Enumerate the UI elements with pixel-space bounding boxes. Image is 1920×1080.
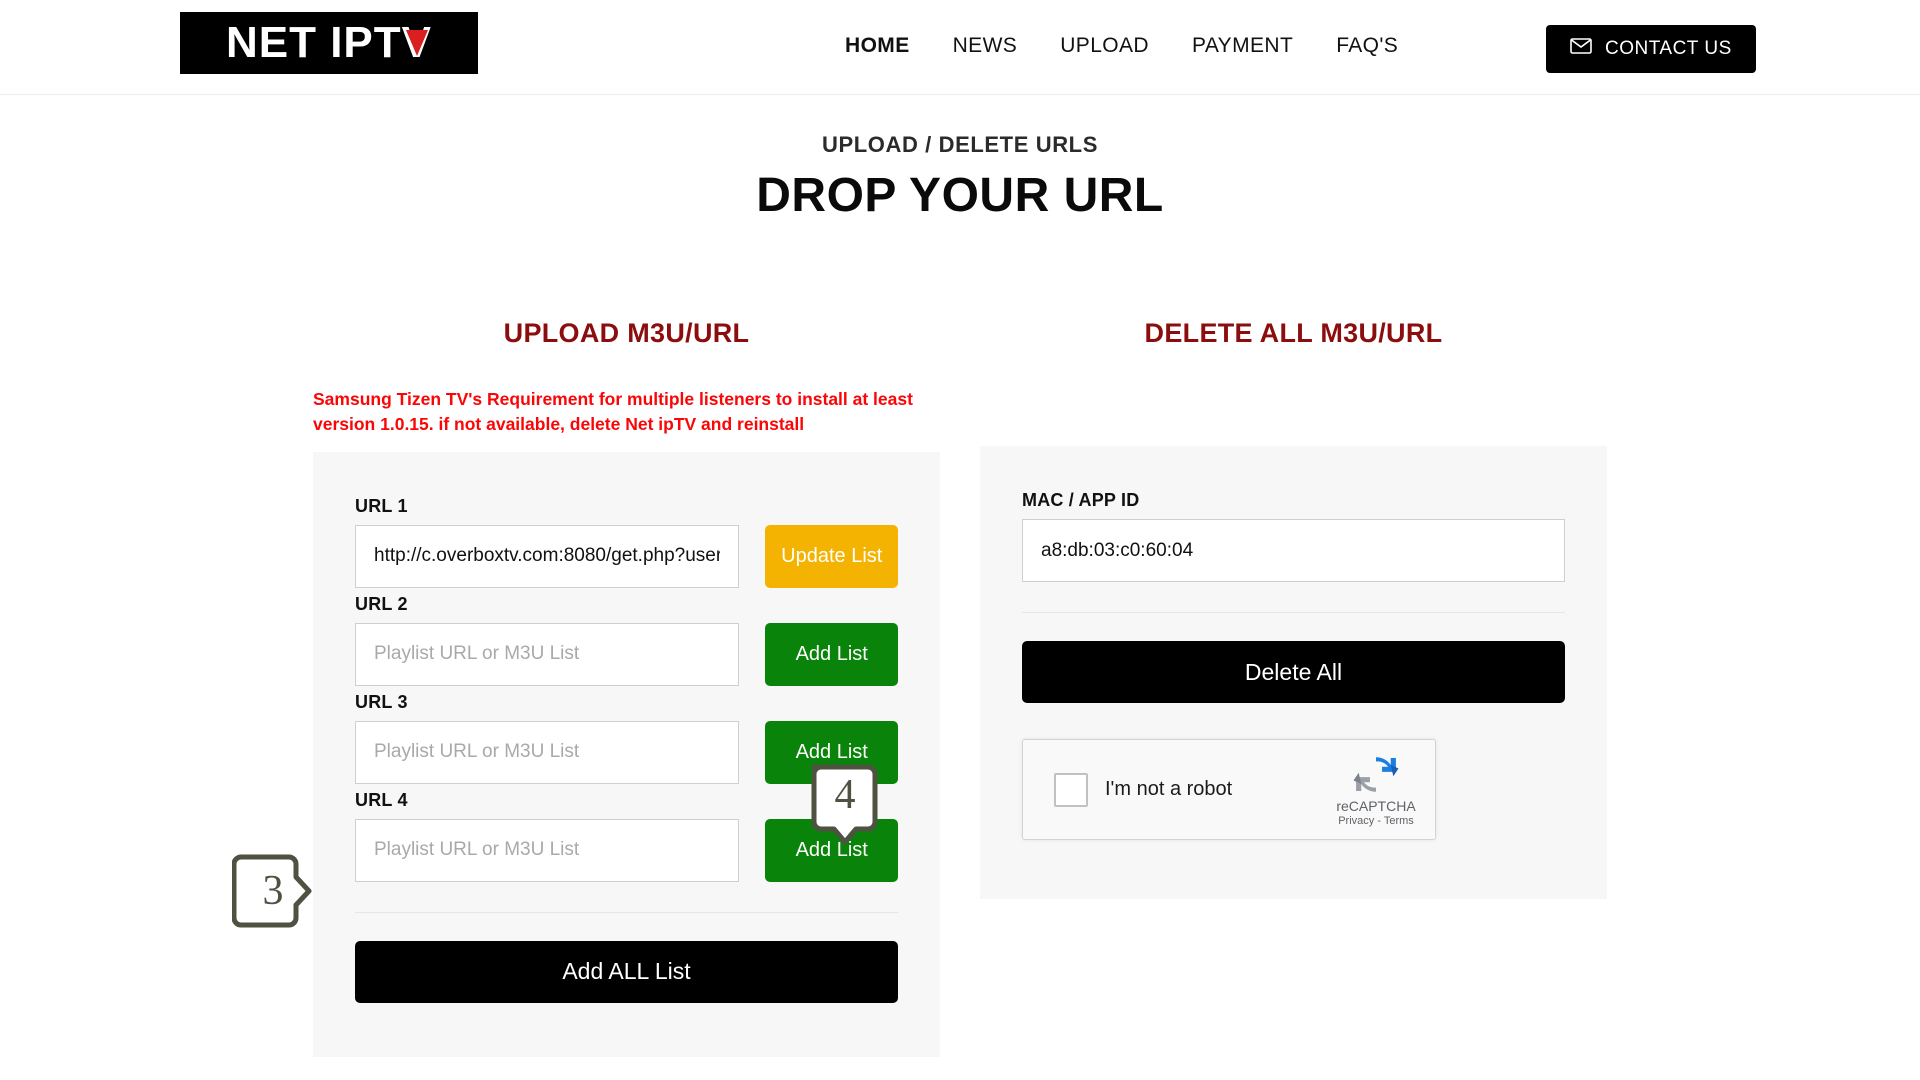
url-4-input[interactable] xyxy=(355,818,740,882)
logo-text-main: NET IPT xyxy=(225,18,402,67)
delete-column-title: DELETE ALL M3U/URL xyxy=(1144,318,1443,348)
page-heading: UPLOAD / DELETE URLS DROP YOUR URL xyxy=(0,132,1920,223)
recaptcha-brand-name: reCAPTCHA xyxy=(1336,798,1416,814)
contact-us-label: CONTACT US xyxy=(1605,38,1732,59)
nav-item-payment[interactable]: PAYMENT xyxy=(1192,34,1293,58)
page-title: DROP YOUR URL xyxy=(756,169,1164,222)
upload-panel: URL 1 Update List URL 2 Add List URL 3 A… xyxy=(313,451,940,1057)
logo-v-wrap: V xyxy=(402,21,432,65)
page-eyebrow: UPLOAD / DELETE URLS xyxy=(821,132,1098,157)
url-2-row: Add List xyxy=(355,622,898,686)
delete-panel-divider xyxy=(1022,612,1565,613)
contact-us-button[interactable]: CONTACT US xyxy=(1546,25,1756,73)
recaptcha-brand: reCAPTCHA Privacy - Terms xyxy=(1335,752,1417,827)
upload-column: UPLOAD M3U/URL Samsung Tizen TV's Requir… xyxy=(313,318,940,1057)
url-1-field-group: URL 1 Update List xyxy=(355,496,898,588)
url-3-input[interactable] xyxy=(355,720,740,784)
nav-item-upload[interactable]: UPLOAD xyxy=(1060,34,1149,58)
upload-panel-divider xyxy=(355,911,898,913)
delete-all-button[interactable]: Delete All xyxy=(1022,641,1565,703)
add-list-button-2[interactable]: Add List xyxy=(765,622,898,686)
logo-text: NET IPTV xyxy=(226,21,432,65)
url-2-label: URL 2 xyxy=(355,593,408,614)
url-1-label: URL 1 xyxy=(355,495,408,516)
upload-column-title: UPLOAD M3U/URL xyxy=(503,318,750,348)
site-header: NET IPTV HOME NEWS UPLOAD PAYMENT FAQ'S … xyxy=(0,0,1920,95)
add-all-list-button[interactable]: Add ALL List xyxy=(355,940,898,1003)
annotation-badge-3: 3 xyxy=(231,851,314,931)
url-3-label: URL 3 xyxy=(355,691,408,712)
triangle-play-icon xyxy=(405,30,428,56)
nav-item-home[interactable]: HOME xyxy=(845,34,910,58)
annotation-badge-4-number: 4 xyxy=(834,772,856,818)
envelope-icon xyxy=(1570,38,1592,60)
annotation-badge-3-number: 3 xyxy=(262,868,284,914)
nav-item-faqs[interactable]: FAQ'S xyxy=(1336,34,1398,58)
site-logo[interactable]: NET IPTV xyxy=(180,12,478,74)
url-1-input[interactable] xyxy=(355,524,740,588)
recaptcha-checkbox[interactable] xyxy=(1054,772,1088,807)
nav-item-news[interactable]: NEWS xyxy=(953,34,1018,58)
url-2-input[interactable] xyxy=(355,622,740,686)
main-nav: HOME NEWS UPLOAD PAYMENT FAQ'S xyxy=(845,34,1398,58)
mac-app-id-label: MAC / APP ID xyxy=(1022,490,1140,510)
recaptcha-logo-icon xyxy=(1353,757,1399,792)
delete-column: DELETE ALL M3U/URL MAC / APP ID Delete A… xyxy=(980,318,1607,899)
url-1-row: Update List xyxy=(355,524,898,588)
delete-panel: MAC / APP ID Delete All I'm not a robot … xyxy=(980,446,1607,899)
annotation-badge-4: 4 xyxy=(805,763,885,855)
mac-app-id-input[interactable] xyxy=(1022,519,1565,582)
recaptcha-terms-links[interactable]: Privacy - Terms xyxy=(1335,815,1417,827)
url-2-field-group: URL 2 Add List xyxy=(355,594,898,686)
update-list-button[interactable]: Update List xyxy=(765,524,898,588)
recaptcha-widget[interactable]: I'm not a robot reCAPTCHA Privacy - Term… xyxy=(1022,739,1436,840)
tizen-warning-text: Samsung Tizen TV's Requirement for multi… xyxy=(313,389,913,435)
recaptcha-label: I'm not a robot xyxy=(1105,778,1233,800)
